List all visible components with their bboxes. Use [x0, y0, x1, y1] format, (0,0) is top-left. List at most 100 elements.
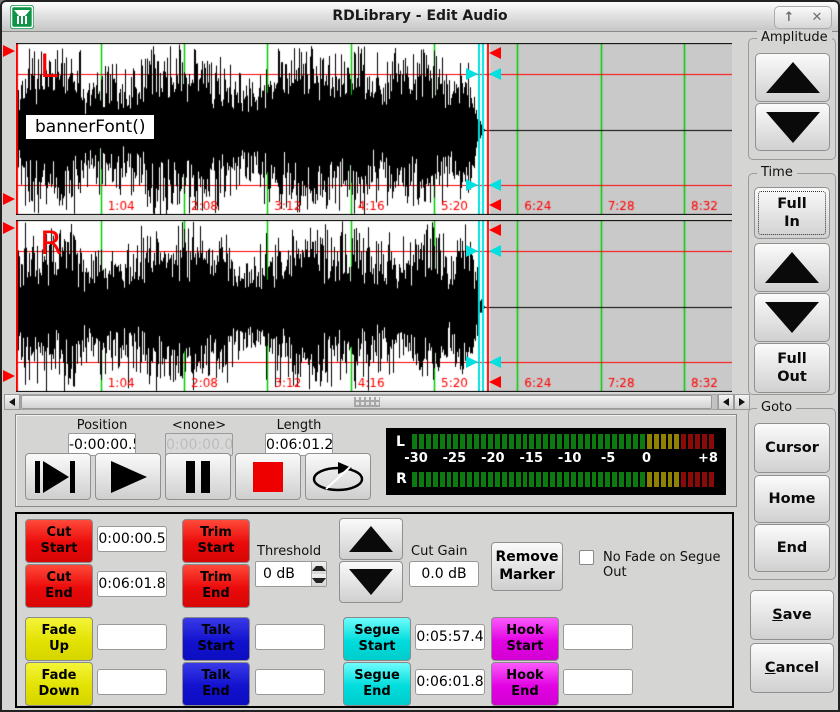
- fade-down-button[interactable]: FadeDown: [25, 662, 93, 706]
- play-button[interactable]: [95, 453, 161, 500]
- trim-end-button[interactable]: TrimEnd: [182, 564, 250, 608]
- meter-scale-tick: -20: [481, 451, 505, 466]
- cue-to-start-button[interactable]: [25, 453, 91, 500]
- goto-cursor-button[interactable]: Cursor: [754, 423, 830, 473]
- cut-start-field[interactable]: [97, 526, 167, 552]
- segue-start-marker-icon[interactable]: [466, 356, 478, 368]
- segue-end-marker-icon[interactable]: [489, 356, 501, 368]
- goto-end-button[interactable]: End: [754, 524, 830, 572]
- gain-up-button[interactable]: [339, 518, 403, 560]
- meter-left-label: L: [396, 434, 405, 450]
- window-controls: ↑ ✕: [774, 6, 832, 29]
- transport-panel: Position <none> Length: [15, 414, 737, 507]
- marker-readout-label: <none>: [154, 418, 244, 433]
- stop-icon: [243, 459, 293, 495]
- time-zoom-in-button[interactable]: [754, 243, 830, 292]
- cut-start-marker-icon[interactable]: [3, 222, 15, 234]
- cut-end-field[interactable]: [97, 571, 167, 597]
- close-window-icon[interactable]: ✕: [812, 11, 823, 24]
- arrow-up-icon: [765, 252, 819, 283]
- meter-left-segments: [412, 434, 714, 449]
- talk-end-button[interactable]: TalkEnd: [182, 662, 250, 706]
- channel-left-label: L: [40, 47, 58, 85]
- cut-start-marker-icon[interactable]: [3, 370, 15, 382]
- titlebar[interactable]: RDLibrary - Edit Audio ↑ ✕: [2, 2, 838, 32]
- grip-dots-icon: [354, 397, 380, 407]
- pause-button[interactable]: [165, 453, 231, 500]
- cut-end-marker-icon[interactable]: [489, 376, 501, 388]
- segue-start-marker-icon[interactable]: [466, 179, 478, 191]
- amplitude-up-button[interactable]: [755, 53, 830, 102]
- spin-buttons: [311, 562, 326, 586]
- trim-start-button[interactable]: TrimStart: [182, 519, 250, 563]
- time-group-label: Time: [757, 165, 797, 180]
- threshold-spinbox[interactable]: 0 dB: [255, 561, 327, 587]
- arrow-down-icon: [766, 112, 820, 143]
- time-full-out-button[interactable]: FullOut: [754, 343, 830, 393]
- spin-up-button[interactable]: [312, 562, 326, 574]
- segue-start-button[interactable]: SegueStart: [343, 617, 411, 661]
- segue-start-marker-icon[interactable]: [466, 245, 478, 257]
- stop-button[interactable]: [235, 453, 301, 500]
- meter-scale-tick: -15: [520, 451, 544, 466]
- focus-rect: [758, 191, 826, 235]
- cut-start-marker-icon[interactable]: [3, 193, 15, 205]
- cut-end-marker-icon[interactable]: [489, 199, 501, 211]
- hook-start-button[interactable]: HookStart: [491, 617, 559, 661]
- waveform-scrollbar[interactable]: [4, 394, 750, 410]
- cut-start-button[interactable]: CutStart: [25, 519, 93, 563]
- meter-scale-tick: -5: [601, 451, 615, 466]
- scrollbar-track[interactable]: [20, 394, 718, 410]
- scroll-left-button[interactable]: [4, 394, 20, 410]
- hook-start-field[interactable]: [563, 624, 633, 650]
- waveform-right-canvas[interactable]: [16, 220, 732, 392]
- goto-home-button[interactable]: Home: [754, 475, 830, 523]
- meter-scale-tick: +8: [698, 451, 718, 466]
- scroll-right-button[interactable]: [734, 394, 750, 410]
- cut-end-marker-icon[interactable]: [489, 224, 501, 236]
- hook-end-field[interactable]: [563, 669, 633, 695]
- segue-end-field[interactable]: [415, 669, 485, 695]
- meter-scale-tick: 0: [642, 451, 651, 466]
- loop-button[interactable]: [305, 453, 371, 500]
- waveform-left-channel: L bannerFont(): [2, 43, 742, 215]
- time-zoom-out-button[interactable]: [754, 293, 830, 342]
- no-fade-label: No Fade on Segue Out: [603, 550, 732, 580]
- cut-end-button[interactable]: CutEnd: [25, 564, 93, 608]
- threshold-label: Threshold: [257, 544, 321, 559]
- fade-up-field[interactable]: [97, 624, 167, 650]
- hook-end-button[interactable]: HookEnd: [491, 662, 559, 706]
- meter-scale-tick: -10: [558, 451, 582, 466]
- segue-end-marker-icon[interactable]: [489, 245, 501, 257]
- length-label: Length: [254, 418, 344, 433]
- gain-down-button[interactable]: [339, 561, 403, 603]
- segue-start-marker-icon[interactable]: [466, 68, 478, 80]
- remove-marker-button[interactable]: RemoveMarker: [491, 542, 563, 591]
- arrow-up-icon: [766, 62, 820, 93]
- talk-start-button[interactable]: TalkStart: [182, 617, 250, 661]
- cut-start-marker-icon[interactable]: [3, 45, 15, 57]
- time-full-in-button[interactable]: FullIn: [754, 187, 830, 239]
- fade-up-button[interactable]: FadeUp: [25, 617, 93, 661]
- cut-end-marker-icon[interactable]: [489, 47, 501, 59]
- marker-edit-panel: CutStart CutEnd TrimStart TrimEnd Thresh…: [15, 512, 734, 708]
- segue-end-marker-icon[interactable]: [489, 179, 501, 191]
- talk-end-field[interactable]: [255, 669, 325, 695]
- cancel-button[interactable]: Cancel: [750, 643, 834, 693]
- arrow-down-icon: [765, 302, 819, 333]
- segue-end-button[interactable]: SegueEnd: [343, 662, 411, 706]
- shade-window-icon[interactable]: ↑: [784, 11, 795, 24]
- amplitude-down-button[interactable]: [755, 103, 830, 151]
- edit-audio-window: RDLibrary - Edit Audio ↑ ✕ L bannerFont(…: [0, 0, 840, 712]
- scrollbar-thumb[interactable]: [21, 395, 712, 409]
- talk-start-field[interactable]: [255, 624, 325, 650]
- cut-gain-field[interactable]: [409, 561, 479, 587]
- fade-down-field[interactable]: [97, 669, 167, 695]
- scroll-left-button-2[interactable]: [718, 394, 734, 410]
- spin-down-button[interactable]: [312, 574, 326, 586]
- no-fade-checkbox[interactable]: [579, 550, 594, 565]
- amplitude-group-label: Amplitude: [757, 30, 832, 45]
- segue-start-field[interactable]: [415, 624, 485, 650]
- save-button[interactable]: Save: [750, 590, 834, 640]
- segue-end-marker-icon[interactable]: [489, 68, 501, 80]
